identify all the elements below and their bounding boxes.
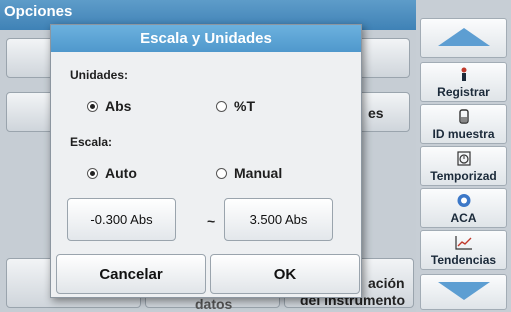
radio-unselected-icon — [216, 100, 227, 112]
scroll-down-button[interactable] — [420, 274, 507, 310]
range-separator: ~ — [207, 213, 216, 229]
screen-title: Opciones — [4, 3, 73, 20]
ok-button[interactable]: OK — [210, 254, 360, 294]
radio-selected-icon — [87, 100, 98, 112]
range-max-value: 3.500 Abs — [249, 212, 308, 227]
aca-button[interactable]: ACA — [420, 188, 507, 228]
aca-icon — [456, 193, 472, 211]
id-muestra-button[interactable]: ID muestra — [420, 104, 507, 144]
scroll-up-button[interactable] — [420, 18, 507, 58]
cancel-label: Cancelar — [99, 265, 163, 283]
background-text: es — [368, 105, 384, 121]
right-sidebar: Registrar ID muestra Temporizad ACA Tend… — [416, 0, 511, 312]
cancel-button[interactable]: Cancelar — [56, 254, 206, 294]
radio-unselected-icon — [216, 167, 227, 179]
registrar-label: Registrar — [437, 85, 490, 99]
radio-selected-icon — [87, 167, 98, 179]
range-min-button[interactable]: -0.300 Abs — [67, 198, 176, 241]
units-label: Unidades: — [70, 68, 129, 82]
ok-label: OK — [273, 265, 297, 283]
temporizador-label: Temporizad — [430, 169, 497, 183]
units-percent-t-radio[interactable]: %T — [216, 98, 255, 114]
tendencias-button[interactable]: Tendencias — [420, 230, 507, 270]
arrow-down-icon — [437, 282, 490, 300]
scale-manual-label: Manual — [234, 165, 283, 181]
scale-label: Escala: — [70, 135, 113, 149]
scale-auto-label: Auto — [105, 165, 137, 181]
range-max-button[interactable]: 3.500 Abs — [224, 198, 333, 241]
tendencias-label: Tendencias — [430, 253, 497, 267]
scale-manual-radio[interactable]: Manual — [216, 165, 282, 181]
background-text: ación — [368, 275, 405, 291]
vial-icon — [458, 109, 470, 127]
arrow-up-icon — [437, 28, 490, 46]
aca-label: ACA — [450, 211, 477, 225]
units-percent-t-label: %T — [234, 98, 255, 114]
timer-icon — [456, 151, 471, 169]
units-abs-label: Abs — [105, 98, 132, 114]
scale-auto-radio[interactable]: Auto — [87, 165, 137, 181]
background-text: datos — [195, 296, 233, 312]
range-min-value: -0.300 Abs — [90, 212, 153, 227]
person-icon — [459, 67, 469, 85]
registrar-button[interactable]: Registrar — [420, 62, 507, 102]
trend-icon — [454, 235, 473, 253]
dialog-title: Escala y Unidades — [51, 25, 361, 52]
scale-units-dialog: Escala y Unidades Unidades: Abs %T Escal… — [50, 24, 362, 298]
temporizador-button[interactable]: Temporizad — [420, 146, 507, 186]
units-abs-radio[interactable]: Abs — [87, 98, 131, 114]
id-muestra-label: ID muestra — [432, 127, 495, 141]
